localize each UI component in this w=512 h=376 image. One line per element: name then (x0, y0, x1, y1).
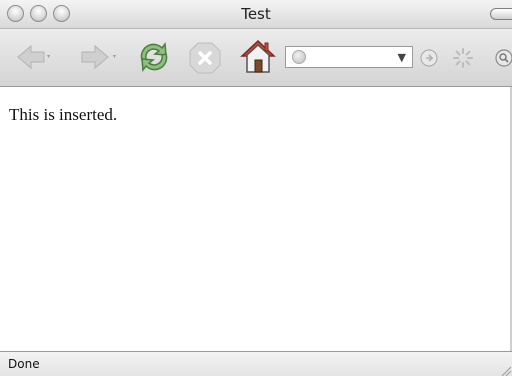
home-icon (240, 39, 276, 73)
go-icon (420, 49, 438, 67)
search-button[interactable] (494, 48, 512, 72)
forward-icon (81, 44, 116, 70)
globe-icon (292, 50, 306, 64)
search-icon (495, 49, 512, 67)
page-text: This is inserted. (9, 105, 118, 124)
resize-grip-icon[interactable] (500, 365, 512, 376)
home-button[interactable] (238, 36, 278, 80)
back-icon (17, 44, 50, 70)
status-text: Done (8, 357, 40, 371)
window-title: Test (241, 5, 271, 23)
dropdown-arrow-icon[interactable]: ▼ (398, 51, 406, 64)
throbber-icon (453, 48, 473, 68)
go-button[interactable] (419, 48, 439, 72)
page-content: This is inserted. (0, 87, 512, 351)
activity-indicator (452, 47, 474, 73)
forward-button[interactable] (78, 43, 118, 75)
stop-button[interactable] (188, 41, 222, 79)
back-button[interactable] (14, 43, 52, 75)
stop-icon (189, 42, 221, 74)
navigation-toolbar: ▼ (0, 29, 512, 87)
status-bar: Done (0, 351, 512, 376)
browser-window: Test ▼ This is inserted. Done (0, 0, 512, 376)
address-field[interactable]: ▼ (285, 46, 413, 68)
title-bar: Test (0, 0, 512, 29)
reload-button[interactable] (134, 38, 174, 80)
toolbar-toggle-button[interactable] (490, 8, 512, 20)
reload-icon (140, 41, 168, 73)
